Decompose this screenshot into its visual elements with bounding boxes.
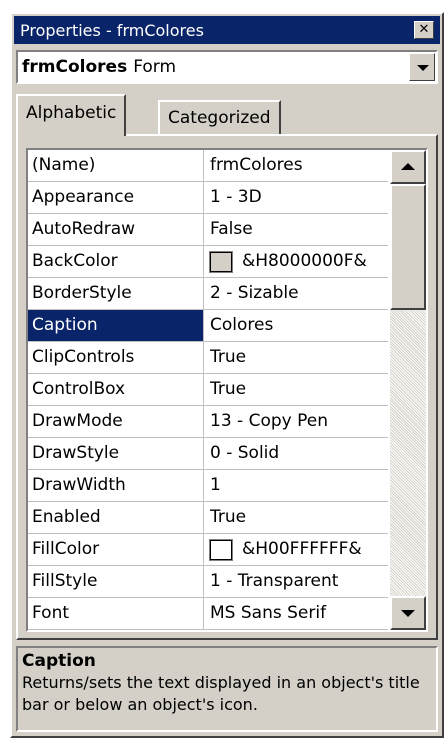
property-value[interactable]: True <box>204 374 388 405</box>
property-row[interactable]: Caption Colores <box>28 310 388 342</box>
property-value-text: Colores <box>210 315 274 335</box>
vertical-scrollbar[interactable] <box>390 150 426 630</box>
property-name: Caption <box>28 310 204 341</box>
property-name: BorderStyle <box>28 278 204 309</box>
property-row[interactable]: ClipControls True <box>28 342 388 374</box>
property-row[interactable]: (Name) frmColores <box>28 150 388 182</box>
property-value-text: 0 - Solid <box>210 443 280 463</box>
property-value-text: 1 - Transparent <box>210 571 339 591</box>
property-grid: (Name) frmColores Appearance 1 - 3D AutoRedr… <box>26 148 428 632</box>
property-value-text: True <box>210 507 247 527</box>
property-row[interactable]: DrawStyle 0 - Solid <box>28 438 388 470</box>
property-name: (Name) <box>28 150 204 181</box>
property-value-text: False <box>210 219 253 239</box>
property-row[interactable]: Font MS Sans Serif <box>28 598 388 630</box>
property-value-text: 1 - 3D <box>210 187 262 207</box>
property-value[interactable]: 1 - 3D <box>204 182 388 213</box>
property-value-text: MS Sans Serif <box>210 603 327 623</box>
tab-strip: Alphabetic Categorized <box>16 94 438 136</box>
object-dropdown-button[interactable] <box>409 53 435 81</box>
property-value-text: 1 <box>210 475 221 495</box>
scroll-up-button[interactable] <box>390 150 426 184</box>
property-name: DrawMode <box>28 406 204 437</box>
close-button[interactable]: ✕ <box>414 21 434 39</box>
property-value-text: 2 - Sizable <box>210 283 299 303</box>
property-name: Font <box>28 598 204 629</box>
property-row[interactable]: BorderStyle 2 - Sizable <box>28 278 388 310</box>
object-type: Form <box>133 57 177 77</box>
object-selector[interactable]: frmColores Form <box>16 50 438 84</box>
color-swatch <box>209 250 233 273</box>
tab-panel: (Name) frmColores Appearance 1 - 3D AutoRedr… <box>16 134 438 640</box>
description-text: Returns/sets the text displayed in an ob… <box>22 673 420 714</box>
tab-alphabetic[interactable]: Alphabetic <box>16 94 127 136</box>
tab-categorized[interactable]: Categorized <box>158 100 281 134</box>
description-title: Caption <box>22 651 96 671</box>
property-name: DrawStyle <box>28 438 204 469</box>
property-value[interactable]: 2 - Sizable <box>204 278 388 309</box>
property-name: FillColor <box>28 534 204 565</box>
property-row[interactable]: DrawWidth 1 <box>28 470 388 502</box>
color-swatch <box>209 538 233 561</box>
property-row[interactable]: FillStyle 1 - Transparent <box>28 566 388 598</box>
property-name: BackColor <box>28 246 204 277</box>
property-row[interactable]: AutoRedraw False <box>28 214 388 246</box>
object-name: frmColores <box>22 57 128 77</box>
property-value-text: &H00FFFFFF& <box>242 539 362 559</box>
property-value-text: True <box>210 347 247 367</box>
properties-window: Properties - frmColores ✕ frmColores For… <box>10 12 444 738</box>
property-value-text: &H8000000F& <box>242 251 367 271</box>
window-title: Properties - frmColores <box>20 20 204 40</box>
property-row[interactable]: DrawMode 13 - Copy Pen <box>28 406 388 438</box>
close-icon: ✕ <box>418 22 430 37</box>
property-value-text: True <box>210 379 247 399</box>
property-row[interactable]: Enabled True <box>28 502 388 534</box>
scroll-thumb[interactable] <box>390 184 426 310</box>
description-panel: Caption Returns/sets the text displayed … <box>16 646 438 732</box>
property-name: ClipControls <box>28 342 204 373</box>
property-row[interactable]: Appearance 1 - 3D <box>28 182 388 214</box>
property-row[interactable]: BackColor &H8000000F& <box>28 246 388 278</box>
property-value[interactable]: 1 <box>204 470 388 501</box>
property-name: Appearance <box>28 182 204 213</box>
property-value-text: 13 - Copy Pen <box>210 411 328 431</box>
property-row[interactable]: FillColor &H00FFFFFF& <box>28 534 388 566</box>
property-name: ControlBox <box>28 374 204 405</box>
property-name: DrawWidth <box>28 470 204 501</box>
property-value[interactable]: MS Sans Serif <box>204 598 388 629</box>
property-value[interactable]: True <box>204 502 388 533</box>
property-value[interactable]: False <box>204 214 388 245</box>
property-name: Enabled <box>28 502 204 533</box>
property-name: AutoRedraw <box>28 214 204 245</box>
property-value[interactable]: &H8000000F& <box>204 246 388 277</box>
property-value[interactable]: 1 - Transparent <box>204 566 388 597</box>
property-row[interactable]: ControlBox True <box>28 374 388 406</box>
property-value[interactable]: True <box>204 342 388 373</box>
property-value[interactable]: frmColores <box>204 150 388 181</box>
title-bar[interactable]: Properties - frmColores ✕ <box>14 16 440 44</box>
property-value[interactable]: Colores <box>204 310 388 341</box>
property-value[interactable]: 0 - Solid <box>204 438 388 469</box>
property-value[interactable]: &H00FFFFFF& <box>204 534 388 565</box>
scroll-down-button[interactable] <box>390 596 426 630</box>
property-name: FillStyle <box>28 566 204 597</box>
property-value-text: frmColores <box>210 155 303 175</box>
property-value[interactable]: 13 - Copy Pen <box>204 406 388 437</box>
